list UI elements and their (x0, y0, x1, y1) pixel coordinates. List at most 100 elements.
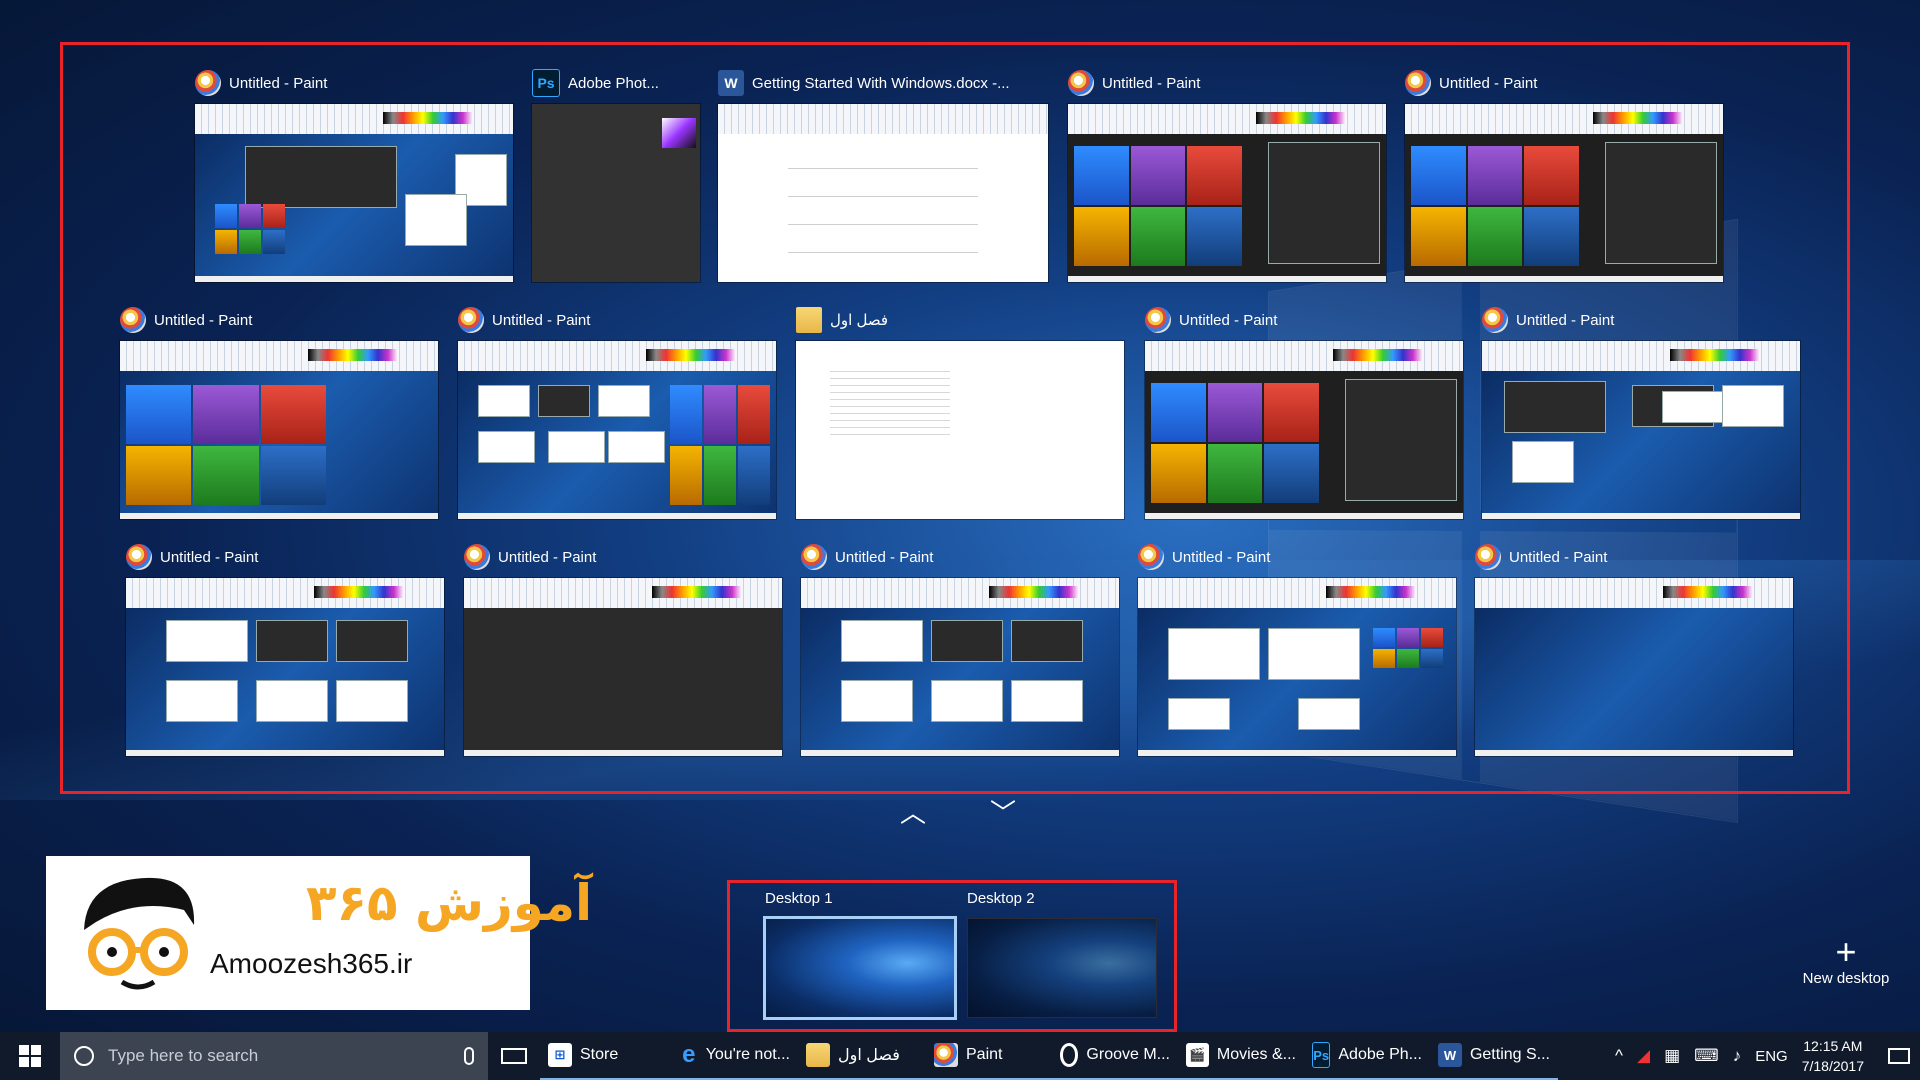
window-title: Untitled - Paint (229, 74, 328, 92)
window-thumbnail[interactable] (195, 104, 513, 282)
nested-window (931, 620, 1003, 662)
clock-time: 12:15 AM (1803, 1038, 1863, 1054)
window-thumbnail[interactable] (1068, 104, 1386, 282)
window-title-bar[interactable]: Untitled - Paint (1405, 68, 1537, 98)
window-title-bar[interactable]: Ps Adobe Phot... (532, 68, 659, 98)
search-input[interactable]: Type here to search (108, 1046, 450, 1066)
nested-window (1298, 698, 1360, 730)
antivirus-icon[interactable]: ◢ (1637, 1046, 1650, 1066)
task-view-window[interactable]: Ps Adobe Phot... (532, 68, 700, 282)
window-title-bar[interactable]: Untitled - Paint (1482, 305, 1614, 335)
window-thumbnail[interactable] (1482, 341, 1800, 519)
microphone-icon[interactable] (464, 1047, 474, 1065)
nested-window (1345, 379, 1457, 501)
paint-icon (1145, 307, 1171, 333)
task-view-window[interactable]: Untitled - Paint (464, 542, 782, 756)
task-view-button[interactable] (488, 1032, 540, 1080)
window-thumbnail[interactable] (126, 578, 444, 756)
task-view-window[interactable]: Untitled - Paint (120, 305, 438, 519)
nested-window (1662, 391, 1724, 423)
nested-window (931, 680, 1003, 722)
paint-ribbon (1068, 104, 1386, 135)
window-thumbnail[interactable] (120, 341, 438, 519)
new-desktop-button[interactable]: + New desktop (1796, 934, 1896, 988)
window-thumbnail[interactable] (1405, 104, 1723, 282)
window-thumbnail[interactable] (1475, 578, 1793, 756)
action-center-icon[interactable] (1888, 1048, 1910, 1064)
paint-ribbon (1405, 104, 1723, 135)
window-title-bar[interactable]: Untitled - Paint (1145, 305, 1277, 335)
nested-window (1168, 698, 1230, 730)
clock[interactable]: 12:15 AM 7/18/2017 (1802, 1036, 1864, 1076)
solitaire-tiles (126, 385, 326, 505)
window-thumbnail[interactable] (801, 578, 1119, 756)
paint-status-bar (1068, 276, 1386, 282)
task-view-window[interactable]: W Getting Started With Windows.docx -... (718, 68, 1048, 282)
taskbar-app-button[interactable]: e You're not... (672, 1032, 798, 1080)
solitaire-tiles (1373, 628, 1443, 668)
captured-desktop (458, 371, 776, 513)
taskbar-app-button[interactable]: 🎬 Movies &... (1178, 1032, 1304, 1080)
show-hidden-icons-chevron-icon[interactable]: ^ (1615, 1046, 1623, 1066)
task-view-window[interactable]: Untitled - Paint (1405, 68, 1723, 282)
paint-icon (1068, 70, 1094, 96)
task-view-window[interactable]: Untitled - Paint (1482, 305, 1800, 519)
desktop-1-thumbnail[interactable] (763, 916, 957, 1020)
window-title: Untitled - Paint (1509, 548, 1608, 566)
paint-status-bar (801, 750, 1119, 756)
task-view-window[interactable]: Untitled - Paint (1145, 305, 1463, 519)
captured-desktop (195, 134, 513, 276)
brand-persian-text: آموزش ۳۶۵ (306, 874, 593, 932)
task-view-window[interactable]: فصل اول (796, 305, 1124, 519)
task-view-window[interactable]: Untitled - Paint (1475, 542, 1793, 756)
scroll-down-arrow-icon[interactable]: ﹀ (990, 800, 1016, 826)
nested-window (245, 146, 397, 208)
window-thumbnail[interactable] (718, 104, 1048, 282)
nested-window (405, 194, 467, 246)
window-title-bar[interactable]: Untitled - Paint (126, 542, 258, 572)
scroll-up-arrow-icon[interactable]: ︿ (900, 800, 926, 826)
window-title-bar[interactable]: W Getting Started With Windows.docx -... (718, 68, 1010, 98)
window-title: Untitled - Paint (1102, 74, 1201, 92)
window-thumbnail[interactable] (1145, 341, 1463, 519)
window-title-bar[interactable]: Untitled - Paint (1138, 542, 1270, 572)
task-view-window[interactable]: Untitled - Paint (458, 305, 776, 519)
task-view-window[interactable]: Untitled - Paint (1138, 542, 1456, 756)
window-thumbnail[interactable] (458, 341, 776, 519)
captured-desktop (1068, 134, 1386, 276)
window-title-bar[interactable]: Untitled - Paint (195, 68, 327, 98)
taskbar-app-button[interactable]: ⊞ Store (540, 1032, 672, 1080)
window-title-bar[interactable]: Untitled - Paint (1475, 542, 1607, 572)
folder-icon (806, 1043, 830, 1067)
network-icon[interactable]: ▦ (1664, 1046, 1680, 1066)
volume-icon[interactable]: ♪ (1733, 1046, 1742, 1066)
task-view-window[interactable]: Untitled - Paint (126, 542, 444, 756)
window-title-bar[interactable]: Untitled - Paint (120, 305, 252, 335)
taskbar-app-button[interactable]: Ps Adobe Ph... (1304, 1032, 1430, 1080)
language-indicator[interactable]: ENG (1755, 1048, 1788, 1065)
taskbar-app-button[interactable]: Paint (926, 1032, 1052, 1080)
paint-status-bar (195, 276, 513, 282)
nested-window (256, 680, 328, 722)
window-title-bar[interactable]: Untitled - Paint (458, 305, 590, 335)
ime-icon[interactable]: ⌨ (1694, 1046, 1719, 1066)
task-view-window[interactable]: Untitled - Paint (801, 542, 1119, 756)
window-title-bar[interactable]: Untitled - Paint (801, 542, 933, 572)
window-thumbnail[interactable] (532, 104, 700, 282)
window-thumbnail[interactable] (796, 341, 1124, 519)
taskbar-app-button[interactable]: W Getting S... (1430, 1032, 1558, 1080)
task-view-window[interactable]: Untitled - Paint (1068, 68, 1386, 282)
paint-icon (458, 307, 484, 333)
taskbar-app-button[interactable]: Groove M... (1052, 1032, 1178, 1080)
taskbar-app-button[interactable]: فصل اول (798, 1032, 926, 1080)
captured-desktop (1482, 371, 1800, 513)
start-button[interactable] (0, 1032, 60, 1080)
window-thumbnail[interactable] (1138, 578, 1456, 756)
desktop-2-thumbnail[interactable] (967, 918, 1157, 1018)
task-view-window[interactable]: Untitled - Paint (195, 68, 513, 282)
window-title-bar[interactable]: فصل اول (796, 305, 888, 335)
window-thumbnail[interactable] (464, 578, 782, 756)
search-box[interactable]: Type here to search (60, 1032, 488, 1080)
window-title-bar[interactable]: Untitled - Paint (1068, 68, 1200, 98)
window-title-bar[interactable]: Untitled - Paint (464, 542, 596, 572)
